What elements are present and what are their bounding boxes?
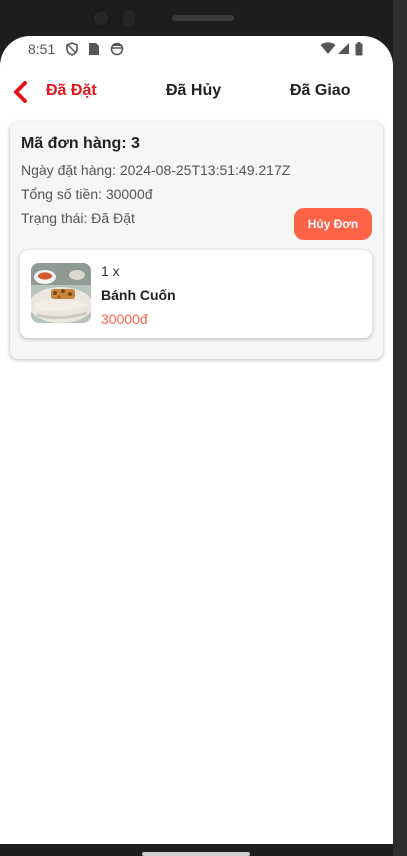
circle-status-icon (110, 42, 124, 56)
device-side-frame (393, 0, 407, 856)
camera-sensor (123, 10, 135, 26)
tab-delivered[interactable]: Đã Giao (290, 82, 350, 100)
cancel-order-button[interactable]: Hủy Đơn (294, 208, 372, 240)
order-total: Tổng số tiền: 30000đ (21, 186, 153, 202)
sim-card-icon (89, 43, 99, 55)
order-status: Trạng thái: Đã Đặt (21, 210, 135, 226)
order-status-tabs: Đã Đặt Đã Hủy Đã Giao (0, 72, 393, 112)
food-image (31, 263, 91, 323)
status-bar: 8:51 (0, 36, 393, 62)
order-id-title: Mã đơn hàng: 3 (21, 135, 140, 152)
shield-icon (66, 42, 78, 56)
status-time: 8:51 (28, 41, 56, 57)
wifi-icon (320, 42, 336, 54)
front-camera (91, 8, 111, 28)
item-name: Bánh Cuốn (101, 287, 176, 303)
home-indicator (142, 852, 250, 856)
battery-icon (355, 42, 363, 56)
back-arrow-icon[interactable] (10, 80, 32, 104)
order-item: 1 x Bánh Cuốn 30000đ (20, 250, 372, 338)
order-card: Mã đơn hàng: 3 Ngày đặt hàng: 2024-08-25… (10, 122, 383, 359)
item-quantity: 1 x (101, 263, 120, 279)
order-date: Ngày đặt hàng: 2024-08-25T13:51:49.217Z (21, 162, 291, 178)
item-price: 30000đ (101, 311, 148, 327)
earpiece-speaker (172, 15, 234, 21)
tab-cancelled[interactable]: Đã Hủy (166, 82, 221, 100)
tab-placed[interactable]: Đã Đặt (46, 82, 97, 100)
app-screen: 8:51 Đã Đặt Đã Hủy Đã Giao Mã đơn hàng: … (0, 36, 393, 844)
signal-icon (338, 43, 349, 54)
